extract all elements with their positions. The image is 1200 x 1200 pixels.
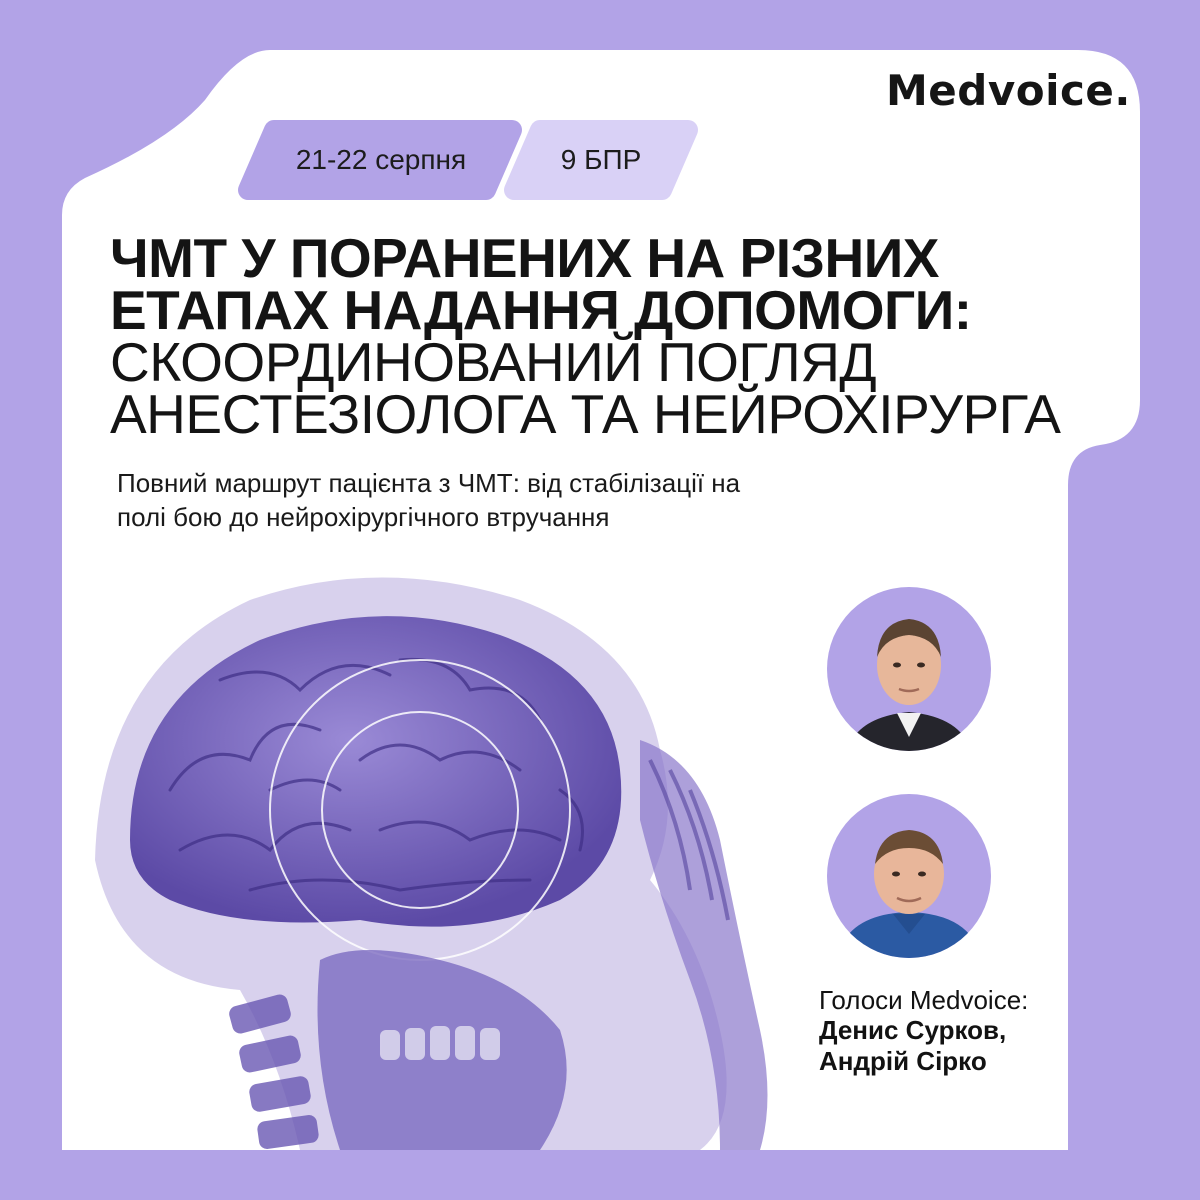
- speaker-name-2: Андрій Сірко: [819, 1046, 987, 1076]
- event-points-badge: 9 БПР: [560, 144, 642, 175]
- event-date-badge: 21-22 серпня: [295, 144, 467, 175]
- speakers-block: Голоси Medvoice: Денис Сурков, Андрій Сі…: [819, 985, 1119, 1077]
- page-subtitle: Повний маршрут пацієнта з ЧМТ: від стабі…: [117, 466, 937, 534]
- brain-skull-xray-icon: [95, 574, 768, 1150]
- speaker-portrait-2: [827, 794, 991, 958]
- title-line-4: анестезіолога та нейрохірурга: [110, 383, 1061, 445]
- subtitle-line-2: полі бою до нейрохірургічного втручання: [117, 502, 610, 532]
- title-line-3: скоординований погляд: [110, 331, 877, 393]
- speaker-portrait-1: [827, 587, 991, 751]
- speakers-heading: Голоси Medvoice:: [819, 985, 1029, 1015]
- title-line-2: етапах надання допомоги:: [110, 279, 972, 341]
- speaker-name-1: Денис Сурков,: [819, 1015, 1007, 1045]
- title-line-1: ЧМТ у поранених на різних: [110, 227, 939, 289]
- subtitle-line-1: Повний маршрут пацієнта з ЧМТ: від стабі…: [117, 468, 741, 498]
- page-title: ЧМТ у поранених на різних етапах надання…: [110, 227, 1070, 445]
